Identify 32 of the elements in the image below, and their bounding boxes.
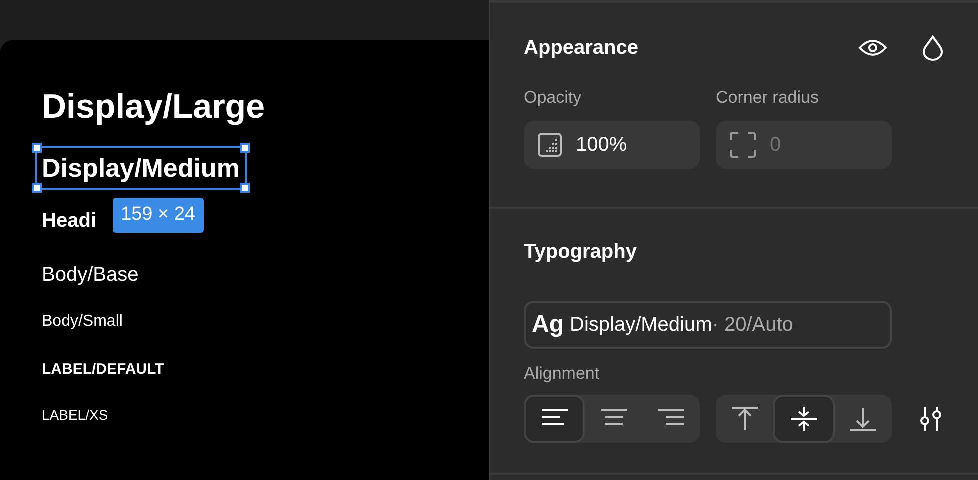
- field-label: Corner radius: [716, 87, 820, 109]
- text-layer[interactable]: Body/Small: [42, 310, 123, 334]
- resize-handle[interactable]: [32, 183, 42, 193]
- eye-icon[interactable]: [858, 38, 888, 58]
- text-layer[interactable]: Body/Base: [42, 260, 139, 290]
- size-tooltip: 159 × 24: [113, 198, 204, 232]
- corners-icon: [730, 132, 756, 158]
- text-style-field[interactable]: Ag Display/Medium· 20/Auto: [524, 301, 892, 349]
- section-title: Typography: [524, 240, 638, 265]
- section-title: Appearance: [524, 36, 638, 61]
- input-field[interactable]: 100%: [524, 120, 700, 168]
- text-layer[interactable]: Display/Large: [42, 82, 265, 132]
- opacity-icon: [538, 132, 562, 156]
- text-layer[interactable]: Display/Medium: [42, 149, 240, 187]
- field-label: Opacity: [524, 87, 583, 109]
- style-name: Display/Medium· 20/Auto: [570, 313, 794, 338]
- sliders-icon[interactable]: [918, 406, 944, 432]
- text-layer[interactable]: Headi: [42, 206, 96, 236]
- type-icon: Ag: [532, 307, 564, 343]
- alignment-button[interactable]: [773, 394, 835, 442]
- text-layer[interactable]: LABEL/DEFAULT: [42, 358, 164, 380]
- resize-handle[interactable]: [32, 143, 42, 153]
- align-middle-icon: [788, 406, 819, 432]
- text-layer[interactable]: LABEL/XS: [42, 404, 108, 426]
- resize-handle[interactable]: [240, 183, 250, 193]
- selection-frame[interactable]: Display/Medium: [35, 146, 247, 190]
- align-top-icon: [730, 406, 760, 432]
- field-label: Alignment: [524, 363, 601, 385]
- resize-handle[interactable]: [240, 143, 250, 153]
- alignment-button[interactable]: [524, 394, 586, 442]
- align-bottom-icon: [848, 406, 878, 432]
- droplet-icon[interactable]: [922, 35, 944, 61]
